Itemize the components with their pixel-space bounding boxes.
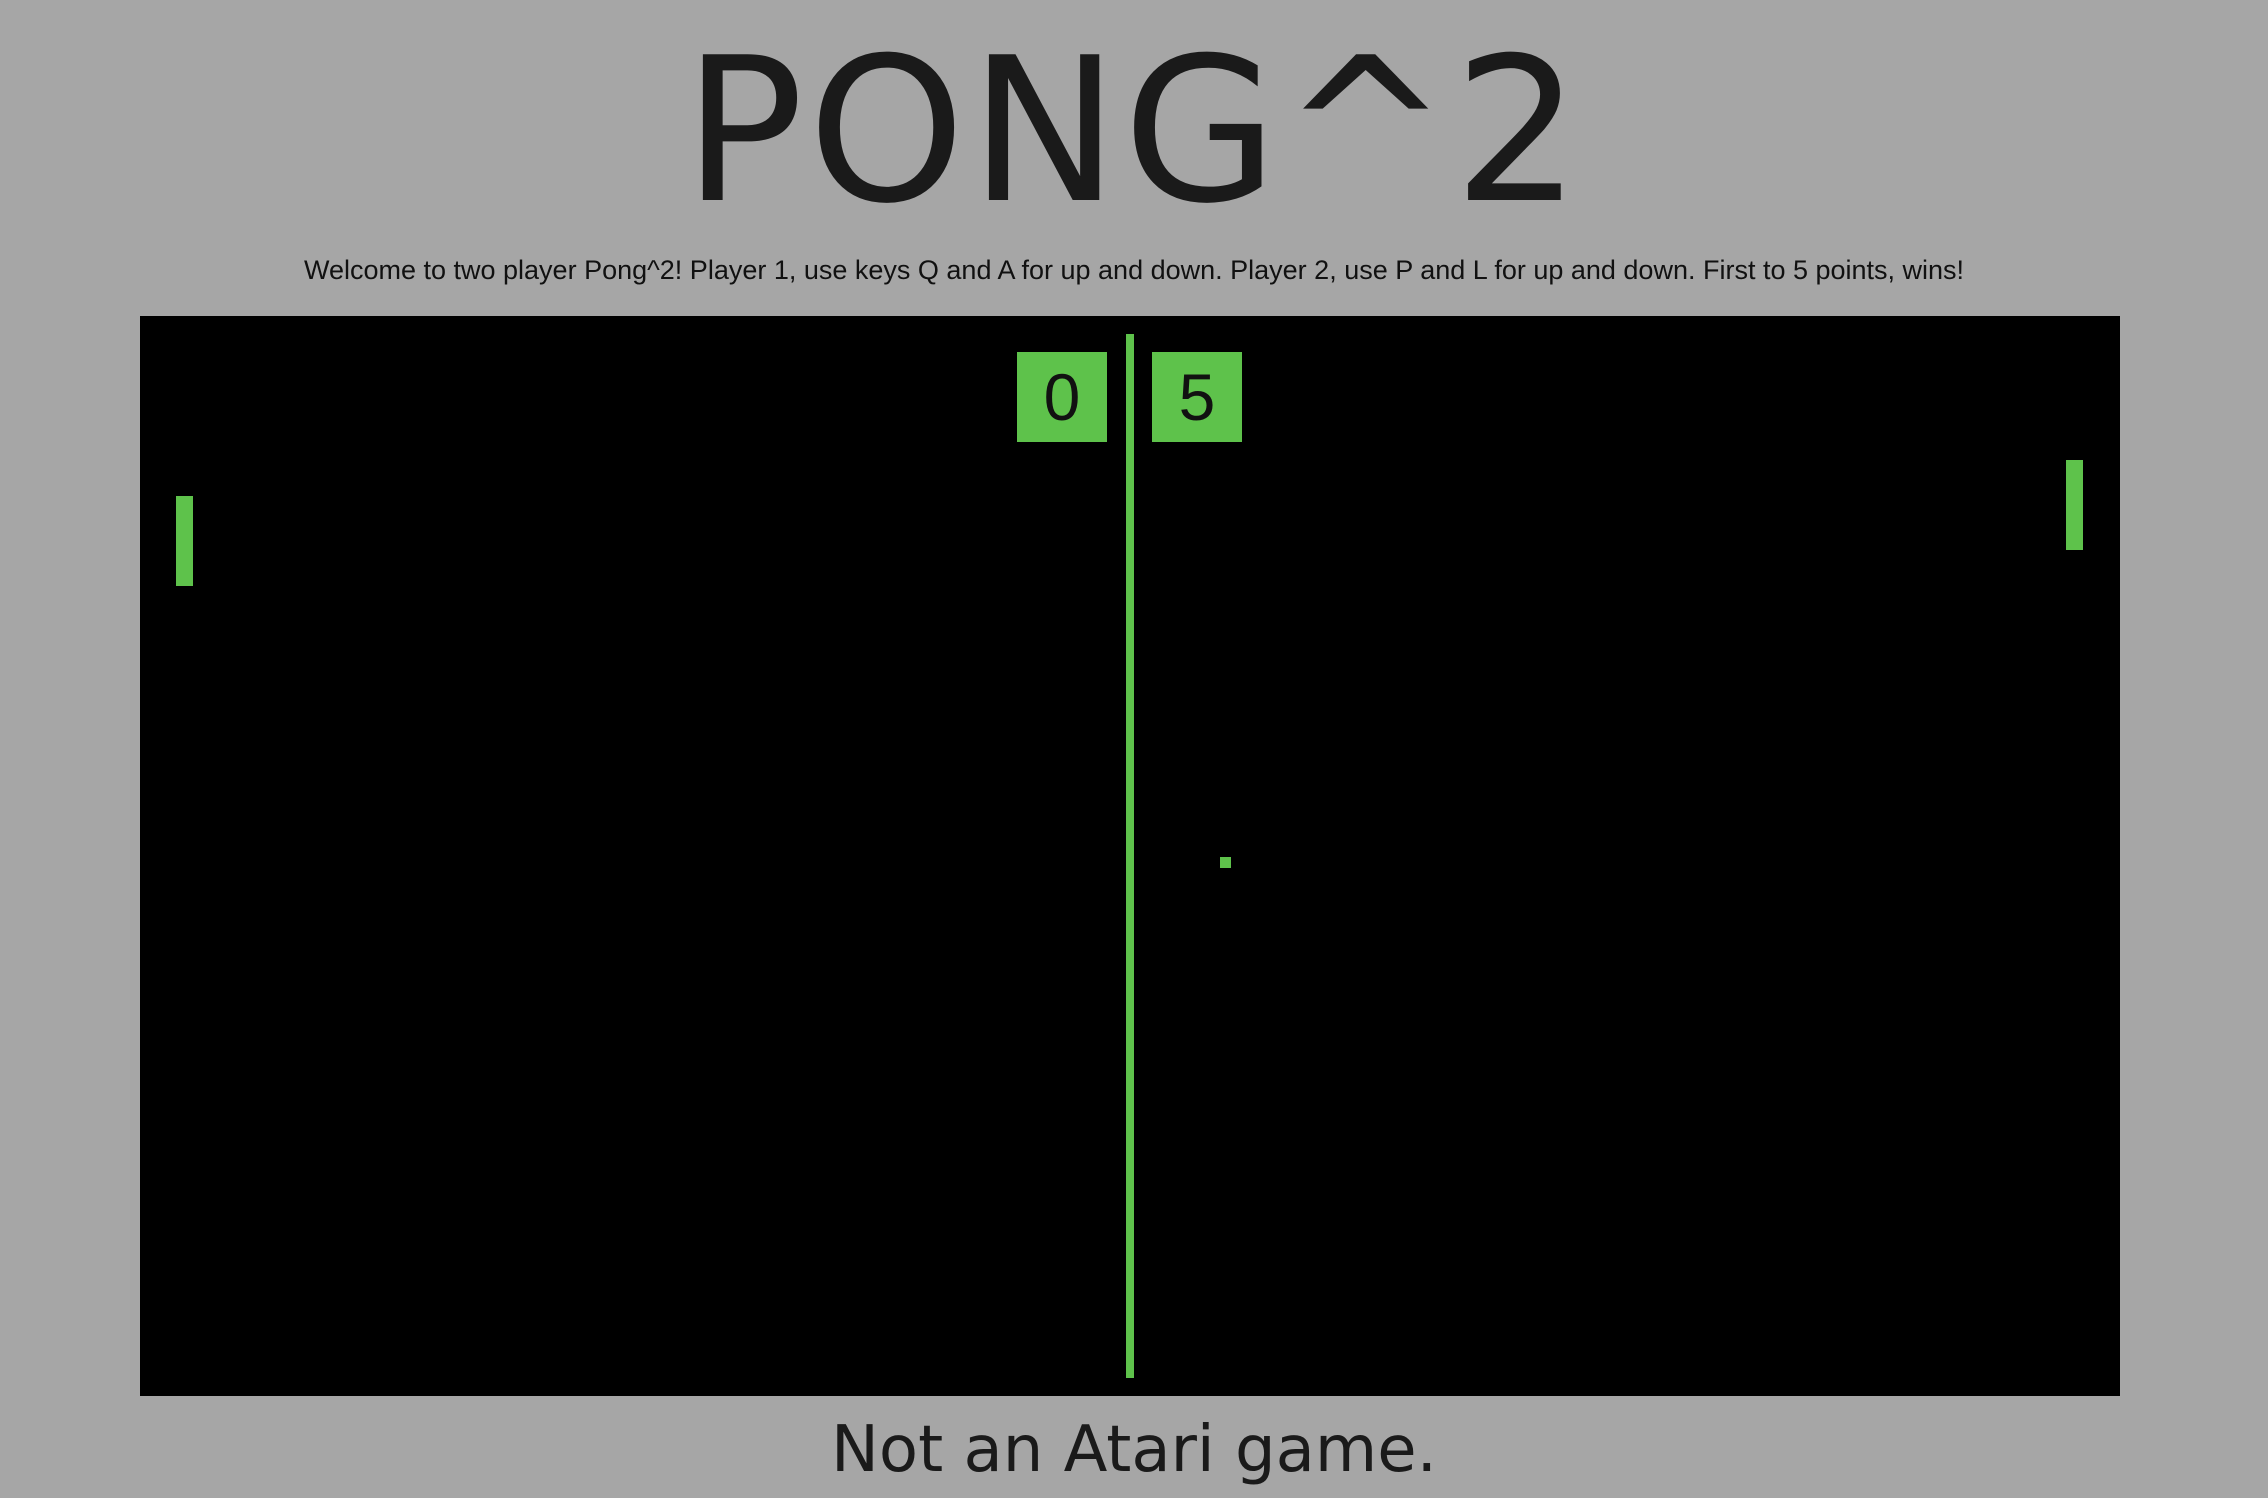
player-2-paddle [2066, 460, 2083, 550]
player-1-paddle [176, 496, 193, 586]
instructions-text: Welcome to two player Pong^2! Player 1, … [303, 255, 1965, 285]
page-title: PONG^2 [683, 15, 1585, 248]
center-net [1126, 334, 1134, 1378]
player-2-score: 5 [1152, 352, 1242, 442]
player-1-score: 0 [1017, 352, 1107, 442]
ball [1220, 857, 1231, 868]
tagline: Not an Atari game. [831, 1413, 1437, 1487]
game-court[interactable]: 0 5 [140, 316, 2120, 1396]
